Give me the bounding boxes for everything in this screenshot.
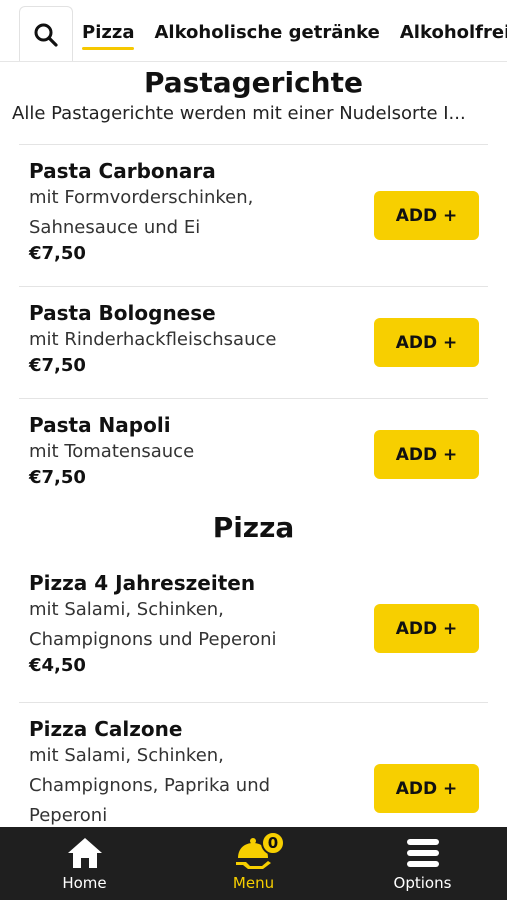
nav-options[interactable]: Options: [338, 827, 507, 900]
menu-content[interactable]: Pastagerichte Alle Pastagerichte werden …: [0, 62, 507, 827]
nav-label: Menu: [232, 874, 275, 892]
menu-bars-icon: [406, 839, 439, 867]
menu-item: Pizza 4 Jahreszeiten mit Salami, Schinke…: [19, 557, 488, 703]
item-name: Pizza Calzone: [29, 717, 183, 741]
section-title: Pastagerichte: [144, 66, 363, 99]
nav-menu[interactable]: 0 Menu: [169, 827, 338, 900]
menu-item: Pasta Bolognese mit Rinderhackfleischsau…: [19, 287, 488, 399]
item-description: mit Salami, Schinken, Champignons, Papri…: [29, 745, 271, 826]
search-icon: [34, 23, 58, 47]
menu-item: Pizza Calzone mit Salami, Schinken, Cham…: [19, 703, 488, 827]
add-button[interactable]: ADD +: [374, 604, 479, 653]
category-tabs: Pizza Alkoholische getränke Alkoholfreie: [82, 22, 507, 50]
item-description: mit Salami, Schinken, Champignons und Pe…: [29, 599, 277, 650]
menu-item: Pasta Napoli mit Tomatensauce €7,50 ADD …: [19, 399, 488, 511]
item-name: Pasta Carbonara: [29, 159, 216, 183]
search-button[interactable]: [19, 6, 73, 61]
item-price: €7,50: [29, 243, 86, 264]
nav-home[interactable]: Home: [0, 827, 169, 900]
add-button[interactable]: ADD +: [374, 191, 479, 240]
item-description: mit Tomatensauce: [29, 441, 195, 462]
section-title: Pizza: [212, 511, 295, 544]
item-name: Pizza 4 Jahreszeiten: [29, 571, 256, 595]
menu-item: Pasta Carbonara mit Formvorderschinken, …: [19, 145, 488, 287]
section-description: Alle Pastagerichte werden mit einer Nude…: [12, 103, 466, 124]
item-description: mit Rinderhackfleischsauce: [29, 329, 277, 350]
tab-pizza[interactable]: Pizza: [82, 22, 135, 50]
add-button[interactable]: ADD +: [374, 764, 479, 813]
cart-count-badge: 0: [261, 831, 285, 855]
add-button[interactable]: ADD +: [374, 430, 479, 479]
item-price: €4,50: [29, 655, 86, 676]
category-bar: Pizza Alkoholische getränke Alkoholfreie: [0, 0, 507, 62]
home-icon: [67, 838, 102, 868]
nav-label: Options: [393, 874, 452, 892]
section-pastagerichte: Pastagerichte Alle Pastagerichte werden …: [0, 66, 507, 511]
add-button[interactable]: ADD +: [374, 318, 479, 367]
bottom-nav: Home 0 Menu Options: [0, 827, 507, 900]
section-pizza: Pizza Pizza 4 Jahreszeiten mit Salami, S…: [0, 511, 507, 827]
item-description: mit Formvorderschinken, Sahnesauce und E…: [29, 187, 254, 238]
nav-label: Home: [62, 874, 107, 892]
tab-alkoholfreie[interactable]: Alkoholfreie: [400, 22, 507, 48]
tab-alkoholische-getraenke[interactable]: Alkoholische getränke: [154, 22, 379, 48]
